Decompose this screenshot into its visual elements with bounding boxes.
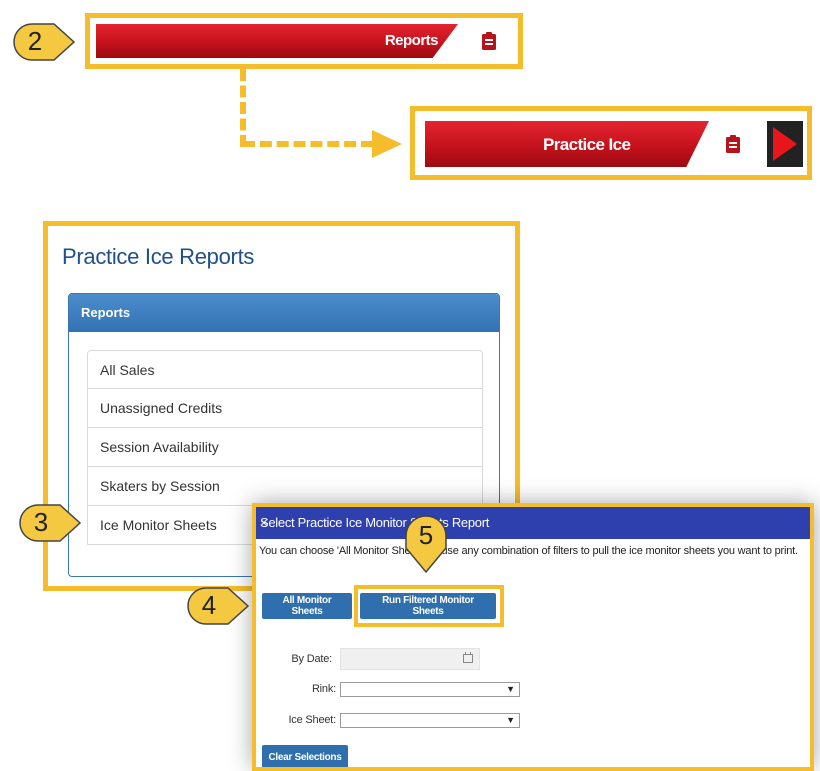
reports-card-header: Reports <box>69 294 499 332</box>
callout-number: 3 <box>33 507 49 537</box>
ice-sheet-label: Ice Sheet: <box>288 714 336 726</box>
callout-badge-3: 3 <box>18 503 82 543</box>
callout-number: 4 <box>201 590 217 620</box>
reports-nav-highlight: Reports <box>85 13 523 69</box>
callout-number: 2 <box>27 26 43 56</box>
calendar-icon[interactable] <box>463 652 473 663</box>
callout-badge-5: 5 <box>404 514 448 574</box>
close-icon[interactable]: × <box>260 515 806 530</box>
rink-label: Rink: <box>311 683 336 695</box>
callout-badge-4: 4 <box>186 586 250 626</box>
dropdown-arrow-icon: ▼ <box>506 684 515 694</box>
clipboard-icon <box>481 31 497 51</box>
report-item-session-availability[interactable]: Session Availability <box>87 428 483 467</box>
connector-arrow <box>372 130 402 158</box>
page-title: Practice Ice Reports <box>62 244 255 269</box>
dropdown-arrow-icon: ▼ <box>506 715 515 725</box>
report-item-unassigned-credits[interactable]: Unassigned Credits <box>87 389 483 428</box>
practice-ice-nav-highlight: Practice Ice <box>410 106 812 180</box>
dialog-description: You can choose 'All Monitor Sheets' or u… <box>259 545 798 557</box>
triangle-right-icon <box>773 127 797 161</box>
run-filtered-monitor-sheets-button[interactable]: Run Filtered Monitor Sheets <box>360 593 496 619</box>
report-item-skaters-by-session[interactable]: Skaters by Session <box>87 467 483 506</box>
practice-ice-nav-label[interactable]: Practice Ice <box>543 135 631 155</box>
clipboard-icon <box>725 134 741 154</box>
by-date-label: By Date: <box>291 653 332 665</box>
by-date-field[interactable] <box>340 648 480 670</box>
reports-card-title: Reports <box>81 305 131 320</box>
monitor-sheets-dialog: Select Practice Ice Monitor Sheets Repor… <box>252 503 814 771</box>
callout-number: 5 <box>418 520 434 550</box>
connector-line <box>240 69 246 147</box>
dialog-title-bar: Select Practice Ice Monitor Sheets Repor… <box>256 507 810 539</box>
all-monitor-sheets-button[interactable]: All Monitor Sheets <box>262 593 352 619</box>
ice-sheet-select[interactable]: ▼ <box>340 713 520 728</box>
report-item-all-sales[interactable]: All Sales <box>87 350 483 389</box>
clear-selections-button[interactable]: Clear Selections <box>262 745 348 767</box>
reports-nav-item[interactable]: Reports <box>96 24 518 58</box>
connector-line <box>243 141 373 147</box>
rink-select[interactable]: ▼ <box>340 682 520 697</box>
reports-nav-label: Reports <box>384 32 439 49</box>
callout-badge-2: 2 <box>12 22 76 62</box>
